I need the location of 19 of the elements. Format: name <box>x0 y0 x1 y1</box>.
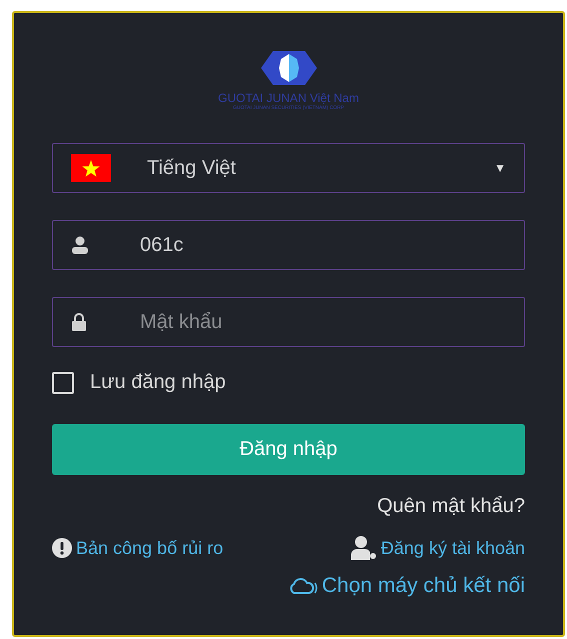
flag-icon <box>71 154 111 182</box>
logo-name: GUOTAI JUNAN Việt Nam <box>218 91 359 105</box>
risk-disclosure-link[interactable]: Bản công bố rủi ro <box>76 538 224 558</box>
user-icon <box>71 236 89 254</box>
warning-icon <box>52 538 72 558</box>
cloud-icon <box>288 576 318 596</box>
username-field[interactable]: 061c <box>52 220 525 270</box>
language-value: Tiếng Việt <box>147 156 237 180</box>
remember-checkbox[interactable] <box>52 372 74 394</box>
lock-icon <box>71 313 87 331</box>
register-link[interactable]: Đăng ký tài khoản <box>380 538 525 558</box>
language-select[interactable]: Tiếng Việt ▼ <box>52 143 525 193</box>
server-select-link[interactable]: Chọn máy chủ kết nối <box>322 574 525 598</box>
password-field[interactable]: Mật khẩu <box>52 297 525 347</box>
logo-icon <box>260 51 316 85</box>
forgot-password-link[interactable]: Quên mật khẩu? <box>377 495 525 518</box>
caret-icon: ▼ <box>494 161 506 175</box>
user-add-icon <box>350 536 377 560</box>
remember-label: Lưu đăng nhập <box>90 371 226 394</box>
